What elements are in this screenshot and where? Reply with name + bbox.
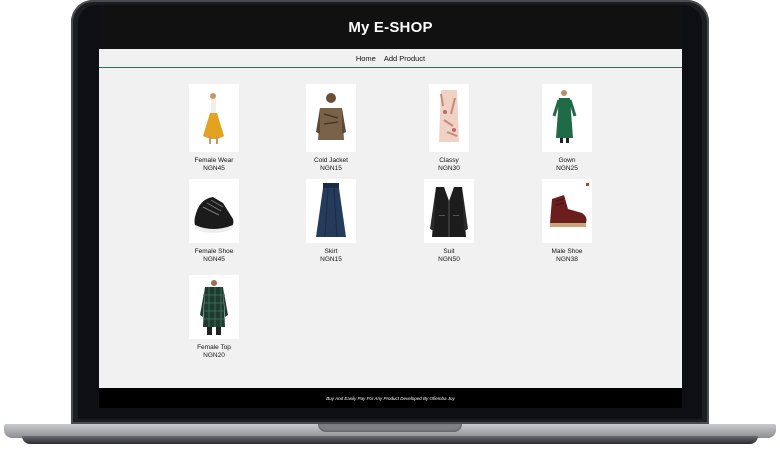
product-name: Cold Jacket: [314, 157, 348, 164]
brown-jacket-image[interactable]: [306, 84, 356, 152]
navy-skirt-image[interactable]: [306, 179, 356, 243]
product-name: Female Top: [197, 344, 231, 351]
app-header: My E-SHOP: [99, 6, 682, 49]
black-suit-image[interactable]: [424, 179, 474, 243]
product-card[interactable]: Female Shoe NGN45: [174, 179, 254, 264]
product-card[interactable]: Female Top NGN20: [174, 275, 254, 360]
nav-home-link[interactable]: Home: [356, 54, 376, 63]
product-price: NGN45: [203, 256, 225, 263]
browser-screen: My E-SHOP Home Add Product Female Wear N…: [99, 6, 682, 408]
product-name: Classy: [439, 157, 459, 164]
product-price: NGN25: [556, 165, 578, 172]
product-name: Female Wear: [194, 157, 234, 164]
product-card[interactable]: Female Wear NGN45: [174, 84, 254, 173]
product-card[interactable]: Classy NGN30: [409, 84, 489, 173]
laptop-notch: [318, 424, 462, 432]
brown-boot-image[interactable]: [542, 179, 592, 243]
product-name: Female Shoe: [194, 248, 234, 255]
product-price: NGN38: [556, 256, 578, 263]
black-sneaker-image[interactable]: [189, 179, 239, 243]
product-name: Gown: [558, 157, 576, 164]
floral-dress-image[interactable]: [429, 84, 469, 152]
product-price: NGN20: [203, 352, 225, 359]
product-card[interactable]: Gown NGN25: [527, 84, 607, 173]
product-name: Skirt: [324, 248, 338, 255]
yellow-dress-image[interactable]: [189, 84, 239, 152]
product-price: NGN15: [320, 256, 342, 263]
product-name: Suit: [443, 248, 455, 255]
product-name: Male Shoe: [551, 248, 583, 255]
product-price: NGN30: [438, 165, 460, 172]
product-card[interactable]: Skirt NGN15: [291, 179, 371, 264]
app-title: My E-SHOP: [348, 19, 433, 36]
product-price: NGN50: [438, 256, 460, 263]
page-footer: Buy And Easily Pay For Any Product Devel…: [99, 388, 682, 408]
top-nav: Home Add Product: [99, 49, 682, 68]
laptop-base-shadow: [22, 436, 758, 444]
product-card[interactable]: Male Shoe NGN38: [527, 179, 607, 264]
product-card[interactable]: Suit NGN50: [409, 179, 489, 264]
product-price: NGN15: [320, 165, 342, 172]
green-gown-image[interactable]: [542, 84, 592, 152]
footer-text: Buy And Easily Pay For Any Product Devel…: [326, 395, 455, 401]
nav-add-product-link[interactable]: Add Product: [384, 54, 425, 63]
product-price: NGN45: [203, 165, 225, 172]
plaid-top-image[interactable]: [189, 275, 239, 339]
product-card[interactable]: Cold Jacket NGN15: [291, 84, 371, 173]
